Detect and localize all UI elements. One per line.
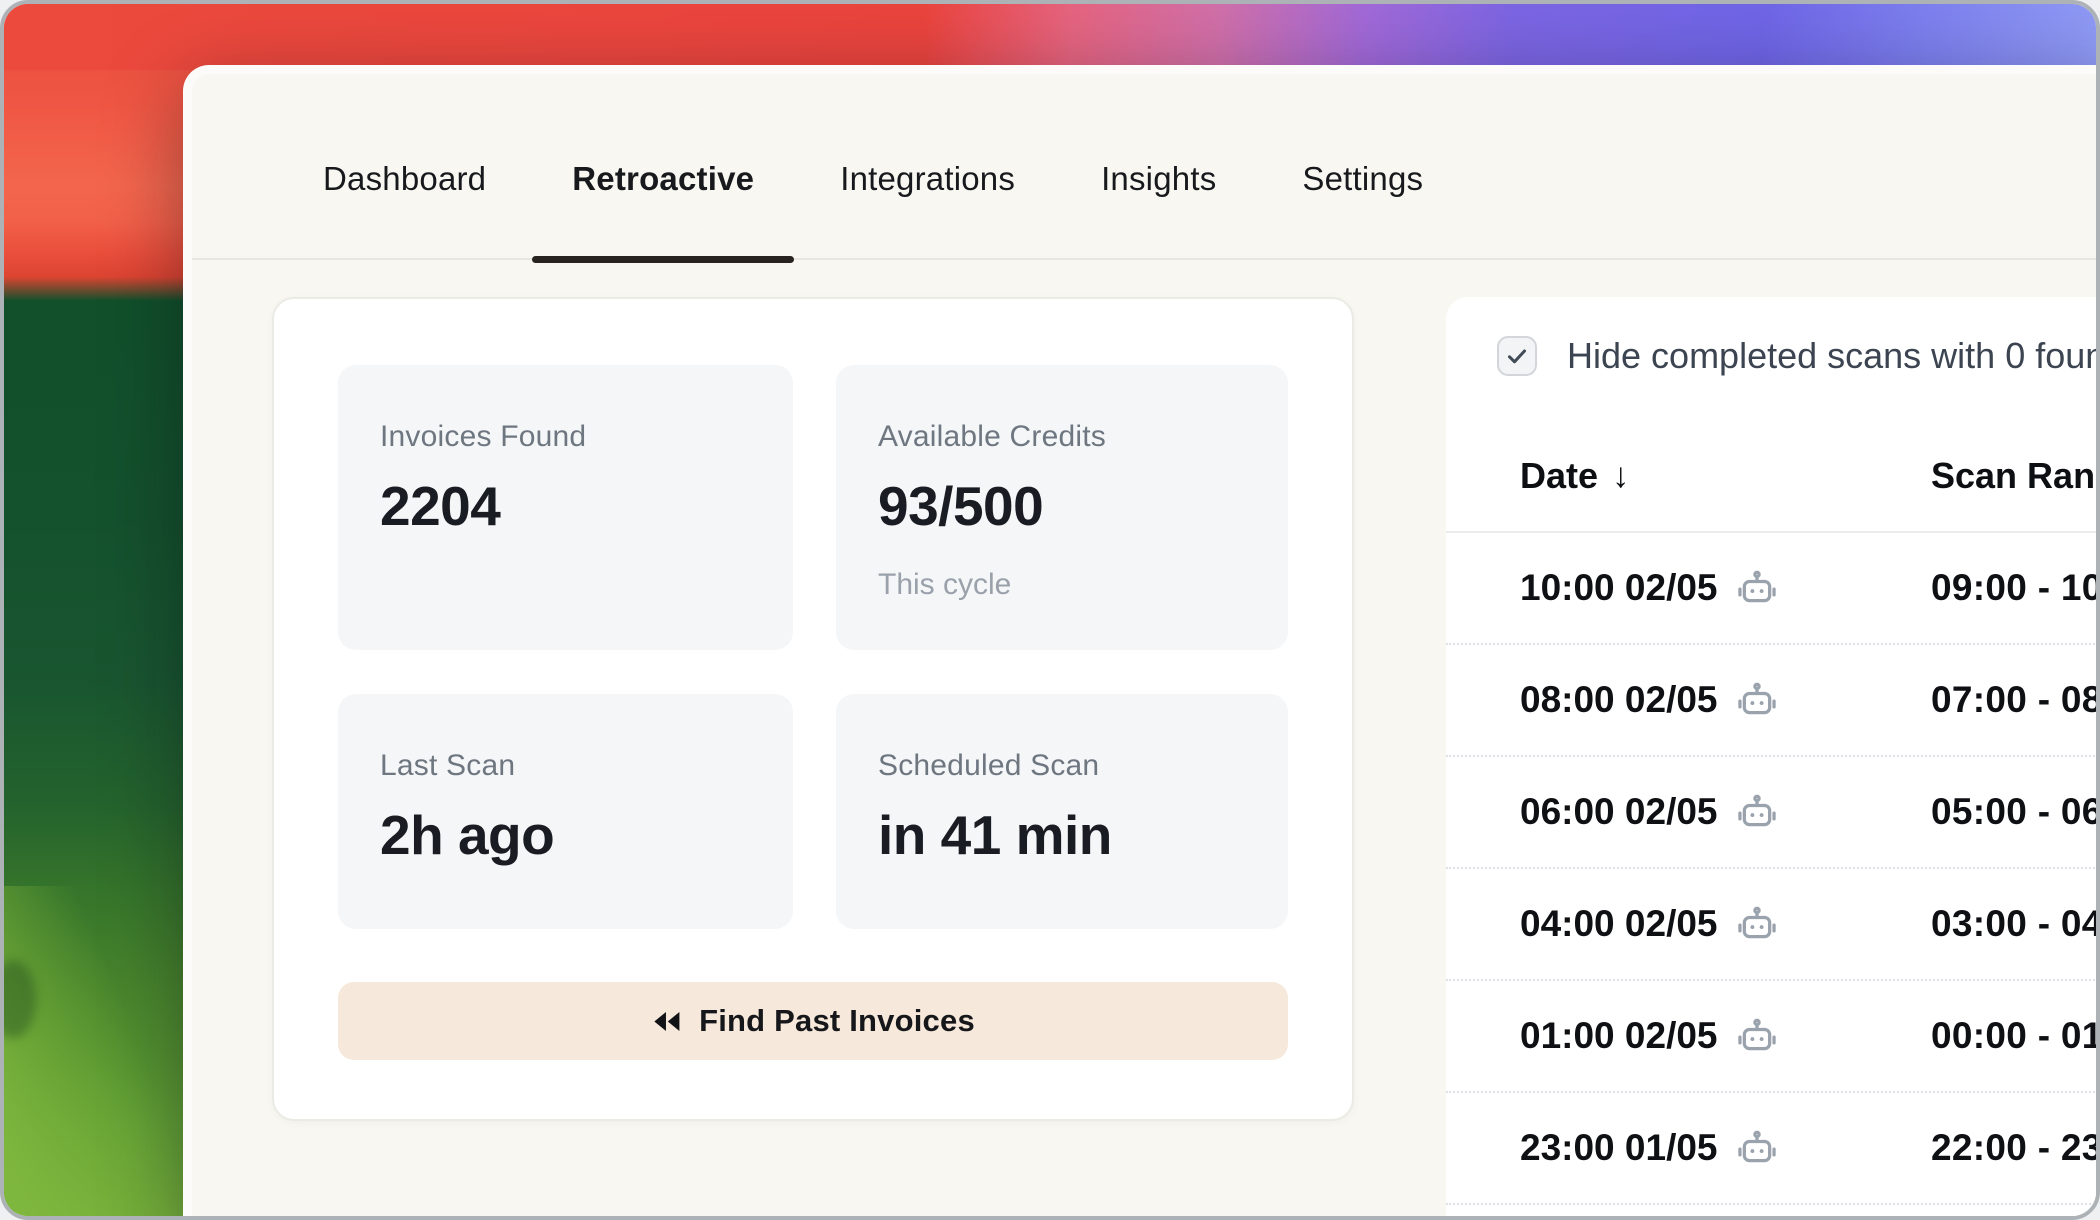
- row-scan-range: 09:00 - 10:00: [1931, 567, 2100, 609]
- stat-cards-grid: Invoices Found 2204 Available Credits 93…: [338, 365, 1288, 929]
- stat-value: 2h ago: [380, 803, 751, 867]
- row-date-cell: 08:00 02/05: [1520, 677, 1931, 723]
- row-date-cell: 23:00 01/05: [1520, 1125, 1931, 1171]
- find-past-invoices-button[interactable]: Find Past Invoices: [338, 982, 1288, 1060]
- robot-icon: [1734, 565, 1780, 611]
- row-date: 06:00 02/05: [1520, 791, 1718, 833]
- stat-value: in 41 min: [878, 803, 1246, 867]
- tab-bar: DashboardRetroactiveIntegrationsInsights…: [192, 74, 2100, 260]
- find-past-invoices-label: Find Past Invoices: [699, 1003, 975, 1039]
- stat-card-last-scan: Last Scan 2h ago: [338, 694, 793, 929]
- main-content: Invoices Found 2204 Available Credits 93…: [192, 260, 2100, 1220]
- stat-label: Scheduled Scan: [878, 749, 1246, 783]
- stat-label: Last Scan: [380, 749, 751, 783]
- table-row[interactable]: 22:00 01/05 21:00 - 22:00: [1446, 1205, 2100, 1220]
- row-date-cell: 10:00 02/05: [1520, 565, 1931, 611]
- table-row[interactable]: 04:00 02/05 03:00 - 04:00: [1446, 869, 2100, 981]
- row-date: 10:00 02/05: [1520, 567, 1718, 609]
- column-header-date-label: Date: [1520, 455, 1598, 497]
- hide-completed-label[interactable]: Hide completed scans with 0 found: [1567, 335, 2100, 377]
- column-header-scan-range: Scan Range: [1931, 455, 2100, 497]
- robot-icon: [1734, 1013, 1780, 1059]
- column-header-date[interactable]: Date ↓: [1520, 455, 1931, 497]
- screen-frame: DashboardRetroactiveIntegrationsInsights…: [0, 0, 2100, 1220]
- row-date: 08:00 02/05: [1520, 679, 1718, 721]
- filter-row: Hide completed scans with 0 found: [1446, 297, 2100, 377]
- app-window: DashboardRetroactiveIntegrationsInsights…: [183, 65, 2100, 1220]
- tab-retroactive[interactable]: Retroactive: [532, 100, 794, 258]
- row-date: 01:00 02/05: [1520, 1015, 1718, 1057]
- robot-icon: [1734, 677, 1780, 723]
- row-date: 04:00 02/05: [1520, 903, 1718, 945]
- row-date-cell: 04:00 02/05: [1520, 901, 1931, 947]
- checkmark-icon: [1505, 344, 1529, 368]
- tab-insights[interactable]: Insights: [1061, 100, 1256, 258]
- robot-icon: [1734, 901, 1780, 947]
- table-body: 10:00 02/05 09:00 - 10:00 08:00 02/05: [1446, 533, 2100, 1220]
- row-scan-range: 03:00 - 04:00: [1931, 903, 2100, 945]
- column-header-scan-range-label: Scan Range: [1931, 455, 2100, 496]
- row-date-cell: 01:00 02/05: [1520, 1013, 1931, 1059]
- wallpaper-light-band: [4, 886, 212, 1216]
- row-scan-range: 00:00 - 01:00: [1931, 1015, 2100, 1057]
- table-row[interactable]: 10:00 02/05 09:00 - 10:00: [1446, 533, 2100, 645]
- stats-panel: Invoices Found 2204 Available Credits 93…: [272, 297, 1354, 1121]
- stat-subtext: This cycle: [878, 568, 1246, 602]
- stat-label: Available Credits: [878, 420, 1246, 454]
- hide-completed-checkbox[interactable]: [1497, 336, 1537, 376]
- stat-value: 93/500: [878, 474, 1246, 538]
- robot-icon: [1734, 1125, 1780, 1171]
- stat-value: 2204: [380, 474, 751, 538]
- table-row[interactable]: 08:00 02/05 07:00 - 08:00: [1446, 645, 2100, 757]
- row-scan-range: 22:00 - 23:00: [1931, 1127, 2100, 1169]
- stat-label: Invoices Found: [380, 420, 751, 454]
- wallpaper-top: [4, 4, 2096, 70]
- tab-integrations[interactable]: Integrations: [800, 100, 1055, 258]
- table-header: Date ↓ Scan Range: [1446, 455, 2100, 497]
- table-row[interactable]: 06:00 02/05 05:00 - 06:00: [1446, 757, 2100, 869]
- stat-card-invoices-found: Invoices Found 2204: [338, 365, 793, 650]
- scan-history-panel: Hide completed scans with 0 found Date ↓…: [1446, 297, 2100, 1220]
- row-scan-range: 05:00 - 06:00: [1931, 791, 2100, 833]
- sort-descending-icon: ↓: [1612, 456, 1630, 496]
- row-scan-range: 07:00 - 08:00: [1931, 679, 2100, 721]
- stat-card-available-credits: Available Credits 93/500 This cycle: [836, 365, 1288, 650]
- rewind-icon: [651, 1006, 682, 1037]
- row-date-cell: 06:00 02/05: [1520, 789, 1931, 835]
- table-row[interactable]: 01:00 02/05 00:00 - 01:00: [1446, 981, 2100, 1093]
- tab-dashboard[interactable]: Dashboard: [283, 100, 526, 258]
- table-row[interactable]: 23:00 01/05 22:00 - 23:00: [1446, 1093, 2100, 1205]
- robot-icon: [1734, 789, 1780, 835]
- row-date: 23:00 01/05: [1520, 1127, 1718, 1169]
- tab-settings[interactable]: Settings: [1262, 100, 1463, 258]
- stat-card-scheduled-scan: Scheduled Scan in 41 min: [836, 694, 1288, 929]
